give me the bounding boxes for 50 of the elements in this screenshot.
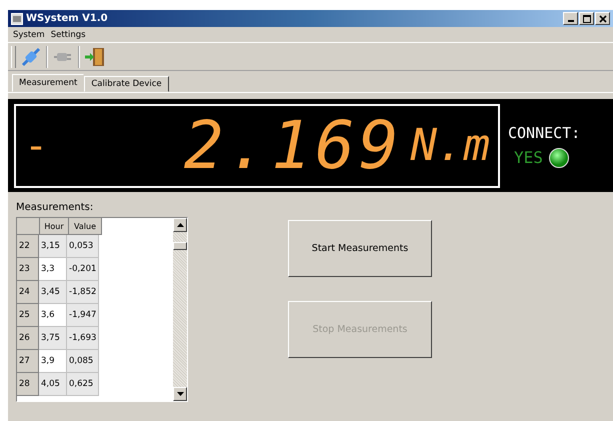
row-header[interactable]: 26: [17, 327, 39, 350]
unit-readout: N.m: [410, 120, 490, 171]
table-cell: 0,085: [67, 350, 99, 373]
table-cell: 3,9: [39, 350, 67, 373]
down-arrow-icon: [176, 392, 184, 396]
tab[interactable]: Calibrate Device: [84, 76, 169, 92]
scroll-down-button[interactable]: [173, 387, 187, 401]
connect-label: CONNECT:: [508, 124, 580, 142]
row-header[interactable]: 23: [17, 258, 39, 281]
connect-status: YES: [514, 148, 543, 167]
table-cell: 3,45: [39, 281, 67, 304]
maximize-button[interactable]: [579, 12, 594, 25]
maximize-icon: [582, 14, 590, 22]
table-cell: 3,3: [39, 258, 67, 281]
table-cell: -1,852: [67, 281, 99, 304]
table-cell: 4,05: [39, 373, 67, 396]
action-button[interactable]: Start Measurements: [288, 220, 432, 277]
value-readout: 2.169: [184, 107, 403, 184]
plug-icon: [20, 46, 42, 68]
column-header[interactable]: Hour: [40, 218, 69, 235]
close-button[interactable]: [595, 12, 610, 25]
table-cell: 3,75: [39, 327, 67, 350]
menu-item[interactable]: System: [13, 30, 45, 40]
table-cell: 3,6: [39, 304, 67, 327]
close-icon: [598, 14, 606, 22]
column-header[interactable]: Value: [69, 218, 102, 235]
sign-readout: -: [24, 122, 50, 168]
minimize-icon: [568, 20, 574, 22]
table-title: Measurements:: [16, 202, 94, 213]
menu-item[interactable]: Settings: [50, 30, 86, 40]
scrollbar[interactable]: [173, 218, 187, 401]
row-header[interactable]: 28: [17, 373, 39, 396]
table-cell: -1,693: [67, 327, 99, 350]
minimize-button[interactable]: [563, 12, 578, 25]
row-header[interactable]: 24: [17, 281, 39, 304]
app-icon: [11, 12, 23, 24]
table-cell: -1,947: [67, 304, 99, 327]
table-cell: -0,201: [67, 258, 99, 281]
tab[interactable]: Measurement: [12, 74, 84, 92]
table-cell: 0,053: [67, 235, 99, 258]
door-icon: [84, 46, 106, 68]
scroll-up-button[interactable]: [173, 218, 187, 232]
table-cell: 0,625: [67, 373, 99, 396]
scroll-thumb[interactable]: [173, 242, 187, 250]
row-header[interactable]: 25: [17, 304, 39, 327]
window-title: WSystem V1.0: [26, 13, 109, 24]
row-header[interactable]: 27: [17, 350, 39, 373]
up-arrow-icon: [176, 223, 184, 227]
row-header[interactable]: 22: [17, 235, 39, 258]
table-cell: 3,15: [39, 235, 67, 258]
